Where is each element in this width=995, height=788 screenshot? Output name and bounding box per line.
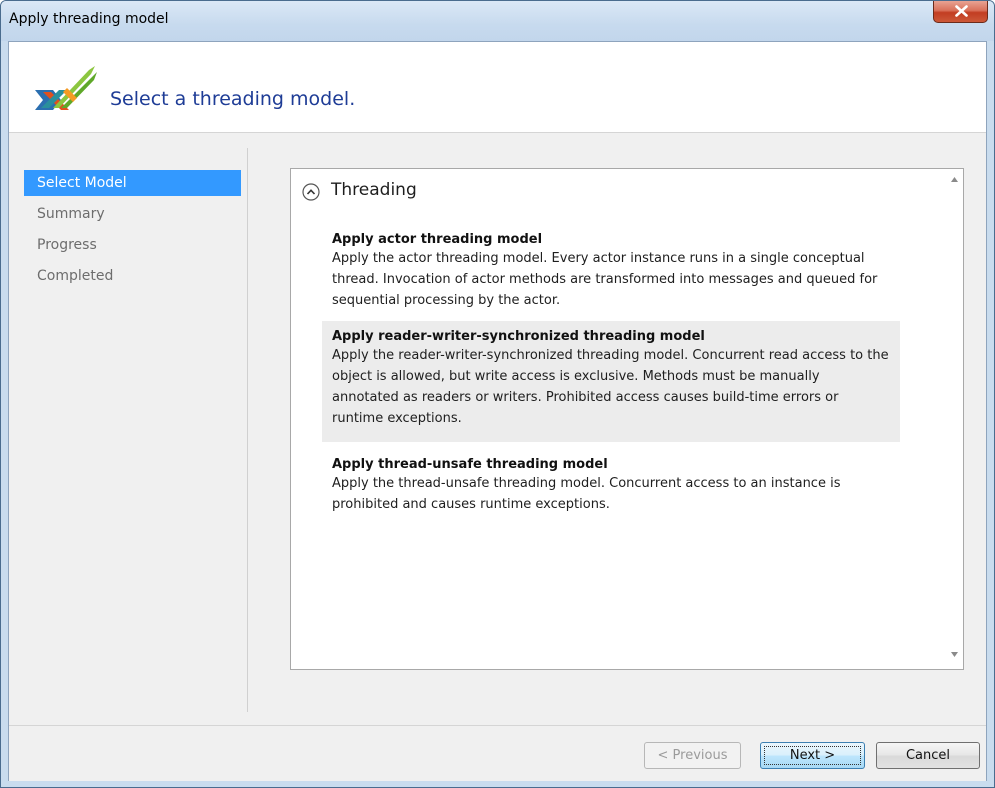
cancel-button[interactable]: Cancel [876,742,980,769]
window-title: Apply threading model [9,11,169,27]
option-title: Apply thread-unsafe threading model [332,457,608,472]
section-title: Threading [331,180,417,200]
title-bar[interactable]: Apply threading model [1,1,994,41]
option-description: Apply the thread-unsafe threading model.… [332,476,841,512]
close-button[interactable] [933,1,988,23]
next-button-label: Next > [789,748,836,763]
dialog-body: Select a threading model. Select Model S… [8,41,987,781]
next-button[interactable]: Next > [760,742,865,769]
close-icon [955,5,968,17]
option-thread-unsafe[interactable]: Apply thread-unsafe threading model Appl… [322,449,900,521]
collapse-chevron-icon[interactable] [301,182,321,202]
option-actor[interactable]: Apply actor threading model Apply the ac… [322,224,900,317]
scroll-up-arrow-icon[interactable] [951,177,958,182]
vertical-scrollbar[interactable] [946,169,963,669]
page-title: Select a threading model. [110,88,356,110]
wizard-step-nav: Select Model Summary Progress Completed [24,170,241,294]
crossed-arrows-logo-icon [35,66,97,110]
option-description: Apply the reader-writer-synchronized thr… [332,348,889,426]
nav-divider [247,148,248,712]
nav-step-progress[interactable]: Progress [24,232,241,258]
option-title: Apply reader-writer-synchronized threadi… [332,329,705,344]
option-description: Apply the actor threading model. Every a… [332,251,878,308]
wizard-header: Select a threading model. [9,42,986,133]
nav-step-completed[interactable]: Completed [24,263,241,289]
dialog-window: Apply threading model Select a threading… [0,0,995,788]
previous-button[interactable]: < Previous [644,742,741,769]
nav-step-summary[interactable]: Summary [24,201,241,227]
option-title: Apply actor threading model [332,232,543,247]
nav-step-select-model[interactable]: Select Model [24,170,241,196]
options-panel: Threading Apply actor threading model Ap… [290,168,964,670]
option-reader-writer-synchronized[interactable]: Apply reader-writer-synchronized threadi… [322,321,900,442]
wizard-content: Select Model Summary Progress Completed … [9,133,986,725]
scroll-down-arrow-icon[interactable] [951,652,958,657]
wizard-footer: < Previous Next > Cancel [9,725,986,781]
